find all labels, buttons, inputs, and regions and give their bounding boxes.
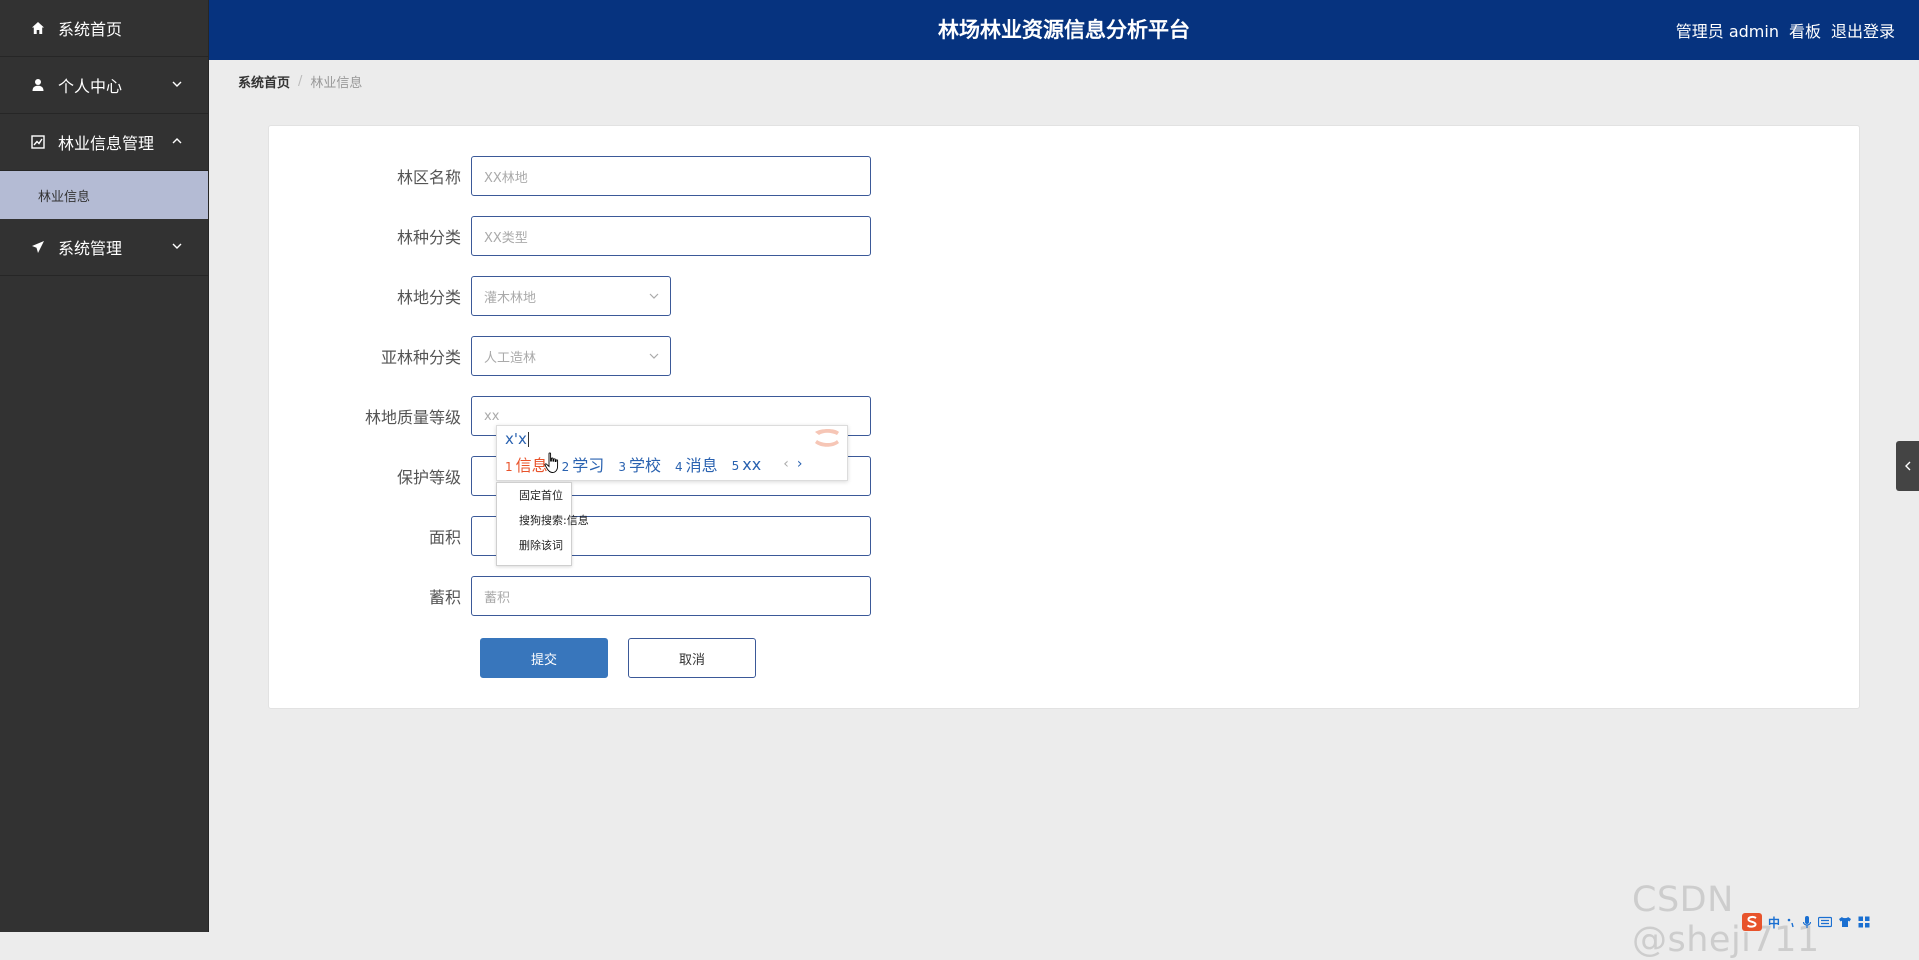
sidebar-item-label: 系统管理: [58, 239, 123, 258]
ime-candidate[interactable]: 2 学习: [562, 452, 605, 476]
chart-icon: [30, 134, 46, 150]
chevron-down-icon: [649, 293, 659, 299]
chevron-up-icon: [172, 138, 182, 144]
chevron-down-icon: [172, 243, 182, 249]
sidebar: 系统首页 个人中心 林业信息管理 林业信息 系统管理: [0, 0, 209, 932]
field-label: 保护等级: [396, 468, 461, 487]
breadcrumb-separator: /: [298, 74, 303, 89]
dashboard-link[interactable]: 看板: [1789, 18, 1821, 42]
ime-candidate[interactable]: 4 消息: [675, 452, 718, 476]
toolbox-icon[interactable]: [1858, 916, 1870, 928]
stock-volume-input[interactable]: 蓄积: [471, 576, 871, 616]
candidate-text: 信息: [515, 456, 548, 475]
sidebar-item-personal-center[interactable]: 个人中心: [0, 57, 208, 114]
form-row-forest-type: 林种分类 XX类型: [269, 216, 871, 256]
current-user: 管理员 admin: [1675, 22, 1779, 41]
field-label: 林区名称: [396, 168, 461, 187]
app-title: 林场林业资源信息分析平台: [938, 18, 1190, 42]
ime-menu-pin-first[interactable]: 固定首位: [497, 483, 571, 508]
sidebar-item-home[interactable]: 系统首页: [0, 0, 208, 57]
candidate-number: 3: [618, 460, 626, 474]
form-row-stock-volume: 蓄积 蓄积: [269, 576, 871, 616]
ime-pinyin-text: x'x: [505, 430, 527, 448]
ime-menu-sogou-search[interactable]: 搜狗搜索:信息: [497, 508, 589, 533]
cancel-button[interactable]: 取消: [628, 638, 756, 678]
breadcrumb-current: 林业信息: [310, 76, 363, 91]
sidebar-item-label: 林业信息管理: [58, 134, 155, 153]
breadcrumb: 系统首页 / 林业信息: [238, 72, 362, 91]
home-icon: [30, 20, 46, 36]
sidebar-subitem-forestry-info[interactable]: 林业信息: [0, 171, 208, 219]
punctuation-icon[interactable]: [1786, 916, 1796, 928]
land-type-select[interactable]: 灌木林地: [471, 276, 671, 316]
ime-pinyin: x'x: [505, 430, 529, 448]
field-label: 面积: [428, 528, 461, 547]
taskbar-ime-indicator: 中: [1742, 912, 1870, 932]
submit-button[interactable]: 提交: [480, 638, 608, 678]
sidebar-item-label: 系统首页: [58, 20, 123, 39]
right-panel-toggle[interactable]: [1896, 441, 1919, 491]
form-row-land-type: 林地分类 灌木林地: [269, 276, 671, 316]
logout-link[interactable]: 退出登录: [1831, 18, 1895, 42]
ime-page-nav: ‹ ›: [779, 456, 806, 472]
ime-candidate[interactable]: 5 xx: [732, 455, 762, 474]
form-row-sub-forest-type: 亚林种分类 人工造林: [269, 336, 671, 376]
candidate-number: 5: [731, 458, 740, 473]
field-label: 亚林种分类: [380, 348, 461, 367]
sub-forest-type-select[interactable]: 人工造林: [471, 336, 671, 376]
candidate-text: 消息: [685, 456, 718, 475]
select-value: 人工造林: [484, 350, 537, 366]
hand-cursor-icon: [544, 452, 559, 473]
forest-type-input[interactable]: XX类型: [471, 216, 871, 256]
microphone-icon[interactable]: [1802, 915, 1812, 929]
field-label: 林种分类: [396, 228, 461, 247]
ime-prev-page-icon[interactable]: ‹: [783, 456, 789, 472]
form-card: 林区名称 XX林地 林种分类 XX类型 林地分类 灌木林地 亚林种分类 人工造林…: [268, 125, 1860, 709]
chevron-left-icon: [1904, 461, 1910, 471]
skin-icon[interactable]: [1838, 916, 1852, 928]
sidebar-item-label: 个人中心: [58, 77, 123, 96]
ime-menu-delete-word[interactable]: 删除该词: [497, 533, 571, 558]
select-value: 灌木林地: [484, 290, 537, 306]
field-label: 蓄积: [428, 588, 461, 607]
field-label: 林地分类: [396, 288, 461, 307]
candidate-text: 学校: [628, 456, 661, 475]
chevron-down-icon: [172, 81, 182, 87]
sogou-logo-icon: [815, 429, 839, 447]
keyboard-icon[interactable]: [1818, 916, 1833, 928]
breadcrumb-home[interactable]: 系统首页: [238, 72, 290, 91]
candidate-text: 学习: [572, 456, 605, 475]
chevron-down-icon: [649, 353, 659, 359]
ime-context-menu: 固定首位 搜狗搜索:信息 删除该词: [496, 482, 589, 566]
sogou-s-icon: [1742, 913, 1762, 931]
top-header: 林场林业资源信息分析平台 管理员 admin 看板 退出登录: [209, 0, 1919, 60]
field-label: 林地质量等级: [364, 408, 461, 427]
user-icon: [30, 77, 46, 93]
forest-area-name-input[interactable]: XX林地: [471, 156, 871, 196]
candidate-text: xx: [742, 454, 762, 474]
sidebar-item-forestry-management[interactable]: 林业信息管理: [0, 114, 208, 171]
candidate-number: 2: [561, 460, 570, 474]
ime-candidate[interactable]: 1 信息: [505, 452, 548, 476]
ime-lang-indicator[interactable]: 中: [1768, 914, 1780, 931]
ime-next-page-icon[interactable]: ›: [797, 456, 803, 472]
send-icon: [30, 239, 46, 255]
candidate-number: 1: [505, 460, 513, 474]
ime-candidate[interactable]: 3 学校: [618, 452, 661, 476]
form-row-forest-area-name: 林区名称 XX林地: [269, 156, 871, 196]
sidebar-item-system-management[interactable]: 系统管理: [0, 219, 208, 276]
sidebar-subitem-label: 林业信息: [38, 189, 91, 205]
text-caret: [527, 432, 529, 447]
candidate-number: 4: [674, 460, 683, 474]
header-links: 管理员 admin 看板 退出登录: [1676, 0, 1895, 60]
